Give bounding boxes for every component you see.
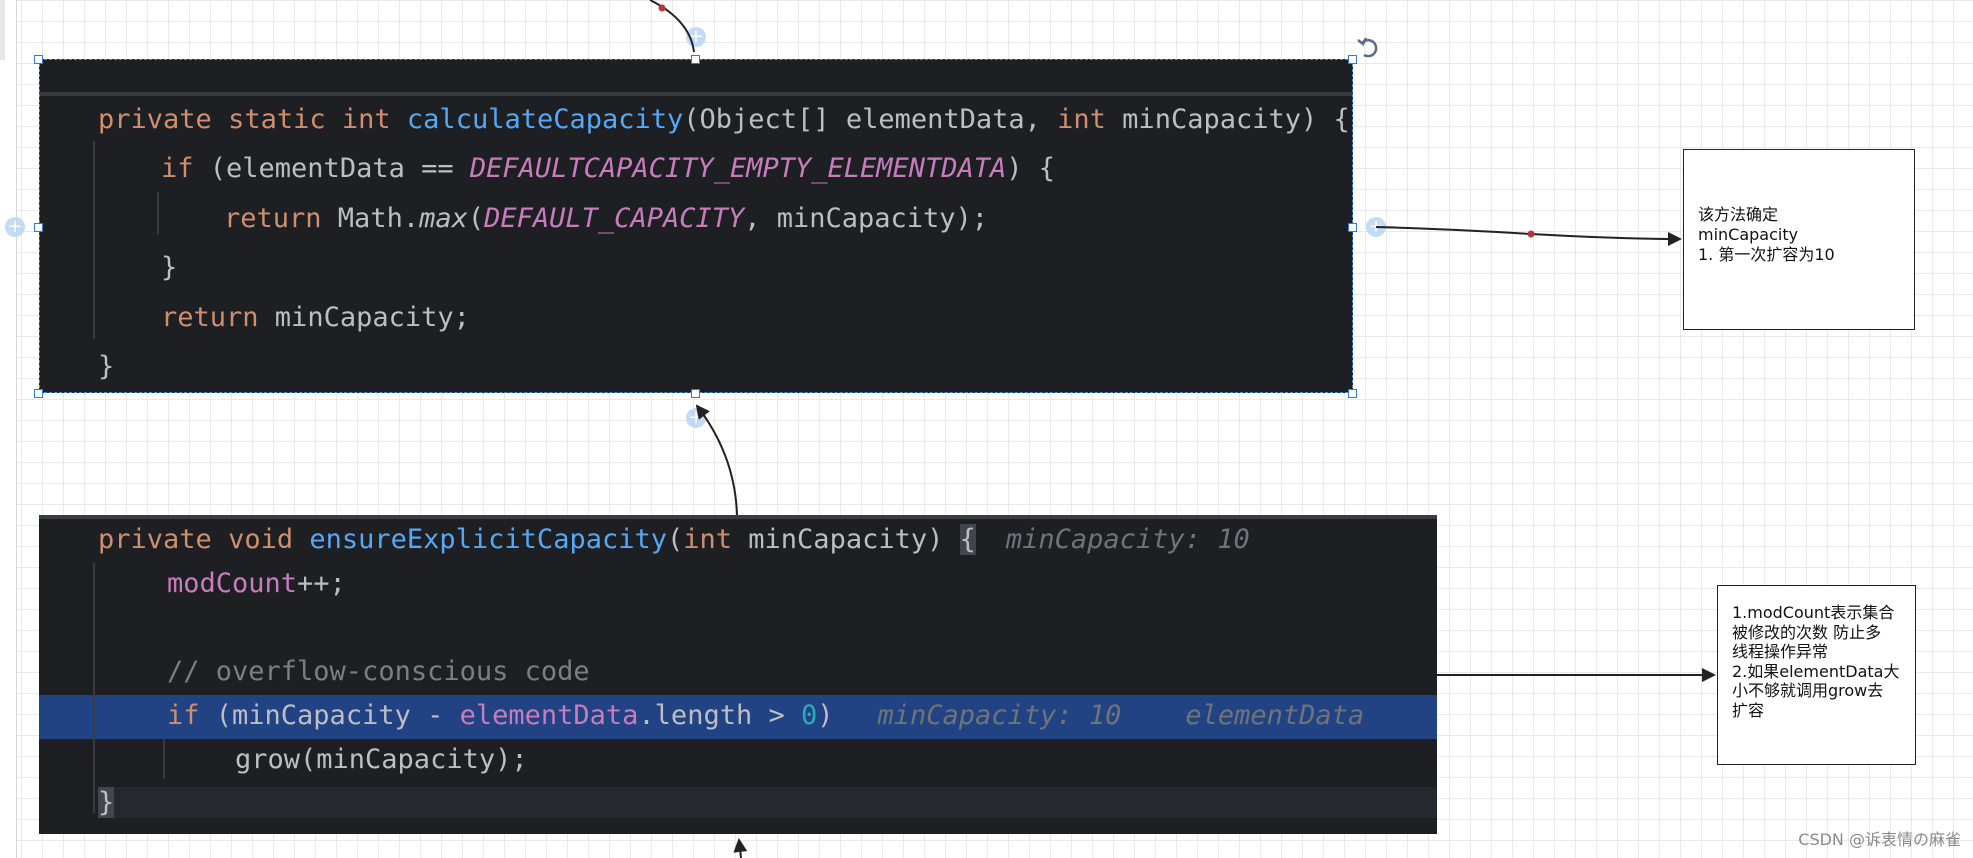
note-line: 该方法确定 <box>1698 205 1779 224</box>
method-name: ensureExplicitCapacity <box>309 524 667 555</box>
note-line: 小不够就调用grow去 <box>1732 681 1884 700</box>
code-line-2: modCount++; <box>167 568 346 599</box>
code-text: ( <box>666 524 684 555</box>
code-line-5: grow(minCapacity); <box>235 744 528 775</box>
number-literal: 0 <box>800 700 818 731</box>
note-lower[interactable]: 1.modCount表示集合 被修改的次数 防止多 线程操作异常 2.如果ele… <box>1717 585 1916 765</box>
lower-code-block[interactable]: private void ensureExplicitCapacity(int … <box>39 515 1437 834</box>
rotate-icon[interactable] <box>1356 34 1382 60</box>
connector-from-top[interactable] <box>649 0 695 53</box>
code-line-4: if (minCapacity - elementData.length > 0… <box>167 700 1364 731</box>
field-name: modCount <box>167 568 298 599</box>
matched-brace: } <box>98 787 115 818</box>
watermark: CSDN @诉衷情の麻雀 <box>1798 830 1961 849</box>
field-name: elementData <box>459 700 639 731</box>
code-line-3: // overflow-conscious code <box>167 656 590 687</box>
inline-debug-hint: elementData <box>1185 700 1365 731</box>
keyword: private <box>98 524 212 555</box>
code-text: ) <box>817 700 834 731</box>
note-line: 2.如果elementData大 <box>1732 661 1900 681</box>
code-text: minCapacity) <box>732 524 960 555</box>
keyword: void <box>228 524 294 555</box>
note-line: minCapacity <box>1698 225 1799 244</box>
keyword: if <box>167 700 200 731</box>
code-line-1: private void ensureExplicitCapacity(int … <box>98 524 1250 555</box>
inline-debug-hint: minCapacity: 10 <box>1005 524 1250 555</box>
note-line: 1.modCount表示集合 <box>1732 603 1895 622</box>
note-line: 1. 第一次扩容为10 <box>1698 245 1835 264</box>
connector-waypoint[interactable] <box>658 4 666 12</box>
note-line: 扩容 <box>1732 700 1765 720</box>
note-line: 被修改的次数 防止多 <box>1732 622 1882 642</box>
code-text: ++; <box>297 568 346 599</box>
note-upper[interactable]: 该方法确定 minCapacity 1. 第一次扩容为10 <box>1683 149 1915 330</box>
code-block-topbar <box>39 515 1437 519</box>
connector-from-bottom[interactable] <box>733 838 748 858</box>
keyword: int <box>683 524 733 555</box>
code-text: .length > <box>638 700 801 731</box>
inline-debug-hint: minCapacity: 10 <box>877 700 1122 731</box>
matched-brace: { <box>959 524 976 555</box>
comment: // overflow-conscious code <box>167 656 590 687</box>
connector-lower-to-upper[interactable] <box>695 404 738 516</box>
note-line: 线程操作异常 <box>1732 642 1829 661</box>
indent-guide <box>93 563 95 813</box>
indent-guide <box>163 739 165 779</box>
connector-waypoint[interactable] <box>1527 230 1535 238</box>
code-text: (minCapacity - <box>199 700 460 731</box>
code-text: grow(minCapacity); <box>235 744 528 775</box>
code-line-6: } <box>98 787 1437 818</box>
